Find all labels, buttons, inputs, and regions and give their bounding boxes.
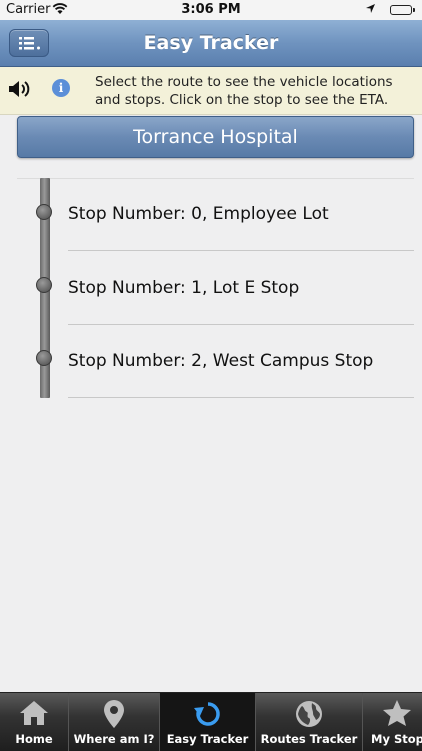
location-pin-icon (102, 699, 126, 732)
tab-label: My Stops (371, 732, 422, 746)
stop-label: Stop Number: 1, Lot E Stop (68, 278, 300, 298)
tab-easy-tracker[interactable]: Easy Tracker (160, 693, 256, 751)
status-time: 3:06 PM (181, 2, 241, 17)
stop-label: Stop Number: 0, Employee Lot (68, 204, 329, 224)
speaker-icon[interactable] (8, 79, 32, 103)
location-arrow-icon (365, 3, 376, 18)
tab-routes-tracker[interactable]: Routes Tracker (256, 693, 363, 751)
battery-icon (390, 5, 415, 15)
info-icon[interactable]: i (52, 79, 70, 97)
globe-icon (294, 699, 324, 732)
home-icon (19, 699, 49, 730)
page-title: Easy Tracker (143, 32, 279, 54)
stop-item-1[interactable]: Stop Number: 1, Lot E Stop (68, 251, 414, 325)
stop-label: Stop Number: 2, West Campus Stop (68, 351, 374, 371)
route-button[interactable]: Torrance Hospital (17, 116, 414, 158)
tab-label: Routes Tracker (260, 732, 358, 746)
tab-home[interactable]: Home (0, 693, 69, 751)
stop-item-0[interactable]: Stop Number: 0, Employee Lot (68, 177, 414, 251)
tab-bar: Home Where am I? Easy Tracker Routes Tra… (0, 692, 422, 751)
tab-where-am-i[interactable]: Where am I? (69, 693, 160, 751)
nav-bar: Easy Tracker (0, 20, 422, 67)
info-banner: i Select the route to see the vehicle lo… (0, 67, 422, 115)
tab-label: Easy Tracker (166, 732, 249, 746)
star-icon (382, 699, 412, 730)
info-text: Select the route to see the vehicle loca… (95, 74, 393, 108)
stop-marker-icon (36, 350, 52, 366)
tab-label: Home (15, 732, 53, 746)
stop-marker-icon (36, 277, 52, 293)
stop-item-2[interactable]: Stop Number: 2, West Campus Stop (68, 324, 414, 398)
refresh-icon (193, 699, 223, 732)
status-bar: Carrier 3:06 PM (0, 0, 422, 20)
tab-label: Where am I? (73, 732, 155, 746)
tab-my-stops[interactable]: My Stops (363, 693, 422, 751)
stop-marker-icon (36, 204, 52, 220)
